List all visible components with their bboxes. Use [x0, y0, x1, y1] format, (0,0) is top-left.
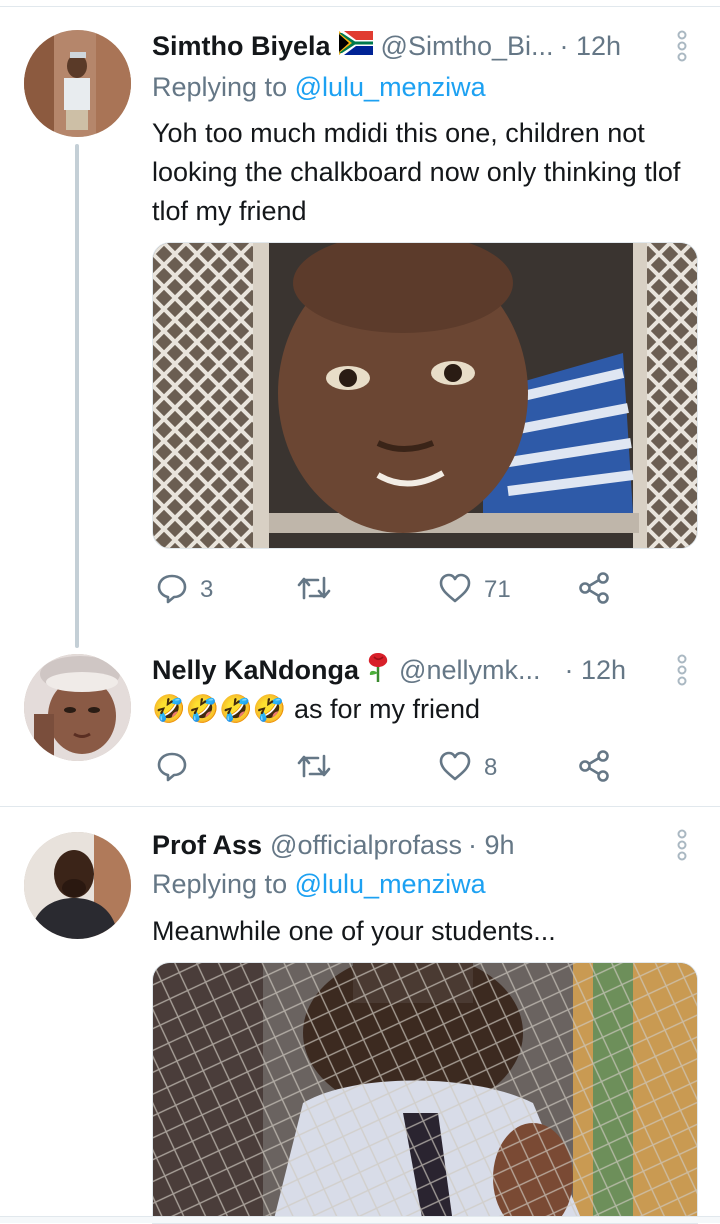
- avatar[interactable]: [24, 30, 131, 137]
- heart-icon: [438, 572, 472, 609]
- timestamp[interactable]: · 12h: [564, 655, 626, 686]
- tweet-header: Simtho Biyela @Simtho_Bi... · 12h: [152, 28, 662, 64]
- tweet-header: Prof Ass @officialprofass · 9h: [152, 827, 662, 863]
- thread-line: [75, 144, 79, 648]
- display-name[interactable]: Prof Ass: [152, 830, 262, 861]
- tweet-text-body: as for my friend: [294, 694, 481, 724]
- share-icon: [578, 749, 610, 787]
- handle[interactable]: @officialprofass: [270, 830, 462, 861]
- retweet-icon: [296, 572, 332, 609]
- tweet-header: Nelly KaNdonga @nellymk... · 12h: [152, 652, 662, 688]
- tweet-image[interactable]: [152, 242, 698, 549]
- tweet-actions: 8: [152, 748, 622, 788]
- handle[interactable]: @Simtho_Bi...: [381, 31, 554, 62]
- avatar[interactable]: [24, 654, 131, 761]
- rofl-emoji: 🤣🤣🤣🤣: [152, 694, 287, 724]
- like-button[interactable]: 8: [438, 748, 497, 788]
- display-name[interactable]: Nelly KaNdonga: [152, 655, 359, 686]
- replying-to: Replying to @lulu_menziwa: [152, 72, 486, 103]
- like-count: 8: [484, 754, 498, 781]
- tweet-1[interactable]: Simtho Biyela @Simtho_Bi... · 12h Replyi…: [0, 0, 720, 648]
- bottom-divider: [0, 1216, 720, 1223]
- reply-button[interactable]: 3: [156, 570, 213, 610]
- share-button[interactable]: [578, 570, 610, 610]
- reply-icon: [156, 572, 188, 609]
- replying-to-label: Replying to: [152, 72, 288, 102]
- tweet-actions: 3 71: [152, 570, 622, 610]
- display-name[interactable]: Simtho Biyela: [152, 31, 331, 62]
- rose-icon: [365, 652, 391, 688]
- share-button[interactable]: [578, 748, 610, 788]
- like-button[interactable]: 71: [438, 570, 511, 610]
- reply-icon: [156, 750, 188, 787]
- like-count: 71: [484, 576, 511, 603]
- tweet-3[interactable]: Prof Ass @officialprofass · 9h Replying …: [0, 807, 720, 1224]
- tweet-text: Yoh too much mdidi this one, children no…: [152, 118, 681, 226]
- replying-to-label: Replying to: [152, 869, 288, 899]
- timestamp[interactable]: · 12h: [560, 31, 622, 62]
- retweet-button[interactable]: [296, 748, 344, 788]
- handle[interactable]: @nellymk...: [399, 655, 540, 686]
- tweet-2[interactable]: Nelly KaNdonga @nellymk... · 12h 🤣🤣🤣🤣 as…: [0, 640, 720, 805]
- replying-to-link[interactable]: @lulu_menziwa: [295, 869, 486, 899]
- replying-to-link[interactable]: @lulu_menziwa: [295, 72, 486, 102]
- avatar[interactable]: [24, 832, 131, 939]
- more-options-icon[interactable]: [676, 829, 688, 861]
- reply-count: 3: [200, 576, 214, 603]
- more-options-icon[interactable]: [676, 654, 688, 686]
- tweet-image[interactable]: [152, 962, 698, 1224]
- reply-button[interactable]: [156, 748, 200, 788]
- more-options-icon[interactable]: [676, 30, 688, 62]
- replying-to: Replying to @lulu_menziwa: [152, 869, 486, 900]
- tweet-text: 🤣🤣🤣🤣 as for my friend: [152, 690, 692, 729]
- retweet-button[interactable]: [296, 570, 344, 610]
- share-icon: [578, 571, 610, 609]
- retweet-icon: [296, 750, 332, 787]
- tweet-text: Meanwhile one of your students...: [152, 916, 556, 946]
- timestamp[interactable]: · 9h: [468, 830, 515, 861]
- south-africa-flag-icon: [338, 30, 373, 62]
- heart-icon: [438, 750, 472, 787]
